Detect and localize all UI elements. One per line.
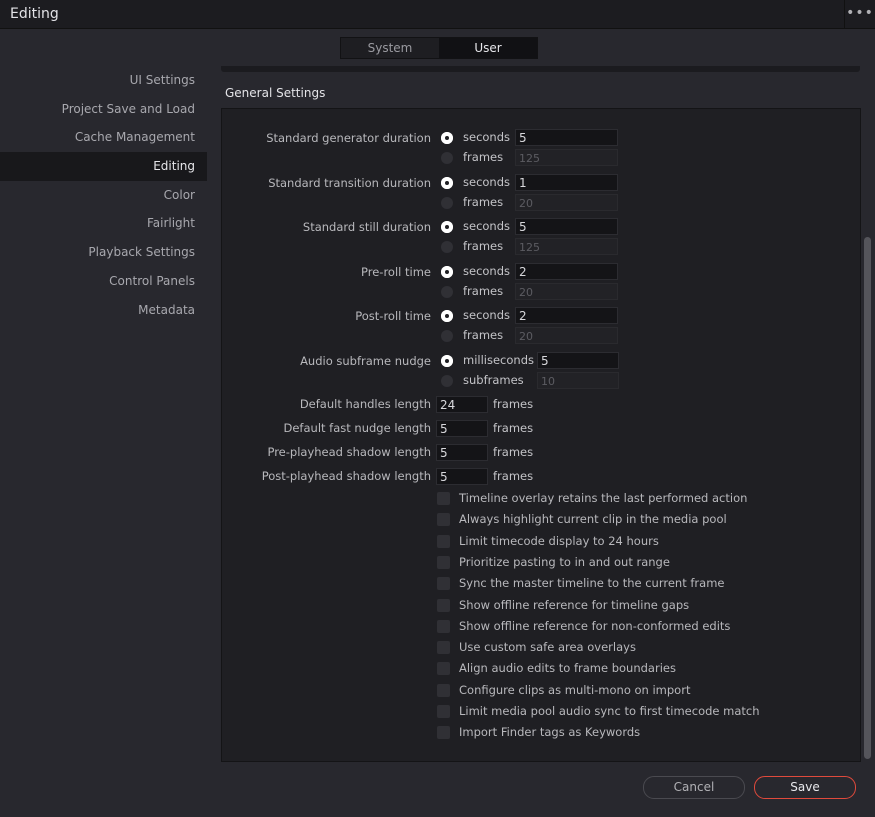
radio-label: seconds [463,263,511,278]
length-unit: frames [493,445,534,459]
duration-label: Standard generator duration [266,131,431,145]
checkbox-label: Configure clips as multi-mono on import [459,682,691,697]
checkbox-label: Show offline reference for non-conformed… [459,618,731,633]
length-unit: frames [493,469,534,483]
checkbox-label: Timeline overlay retains the last perfor… [459,491,748,505]
checkbox[interactable] [437,705,450,718]
radio-label: frames [463,150,504,164]
radio-label: seconds [463,219,511,233]
checkbox[interactable] [437,662,450,676]
duration-input-disabled: 10 [537,371,619,389]
checkbox-label: Import Finder tags as Keywords [459,725,641,740]
duration-input[interactable]: 5 [515,129,618,146]
duration-input[interactable]: 5 [515,218,618,235]
radio-label: seconds [463,174,511,189]
duration-input[interactable]: 2 [515,262,618,280]
checkbox[interactable] [437,619,450,633]
window-title: Editing [10,6,59,22]
radio-frames[interactable] [441,196,453,209]
radio-label: subframes [463,372,524,387]
checkbox-label: Limit media pool audio sync to first tim… [459,704,760,718]
length-input[interactable]: 5 [436,468,488,485]
length-label: Post-playhead shadow length [261,469,431,483]
duration-input-disabled: 20 [515,193,618,211]
checkbox-label: Align audio edits to frame boundaries [459,661,676,676]
length-label: Default handles length [299,397,431,411]
checkbox[interactable] [437,577,450,591]
duration-input[interactable]: 1 [515,173,618,191]
tab-user[interactable]: User [439,38,537,58]
checkbox[interactable] [437,641,450,655]
checkbox[interactable] [437,598,450,612]
duration-label: Post-roll time [355,309,431,323]
duration-label: Standard still duration [302,220,431,234]
settings-tabs: System User [340,37,538,59]
length-label: Pre-playhead shadow length [267,445,431,459]
radio-subframes[interactable] [441,374,453,387]
radio-label: frames [463,194,504,209]
duration-label: Pre-roll time [361,264,431,279]
radio-label: frames [463,283,504,298]
tab-system[interactable]: System [341,38,439,58]
radio-milliseconds[interactable] [441,354,453,367]
checkbox-label: Use custom safe area overlays [459,640,636,655]
sidebar: UI Settings Project Save and Load Cache Ma… [0,66,207,324]
radio-frames[interactable] [441,152,453,164]
checkbox-label: Always highlight current clip in the med… [459,512,727,527]
checkbox[interactable] [437,726,450,740]
checkbox-label: Show offline reference for timeline gaps [459,597,690,612]
length-input[interactable]: 5 [436,420,488,437]
radio-label: milliseconds [463,352,534,367]
checkbox[interactable] [437,513,450,527]
length-input[interactable]: 5 [436,444,488,461]
content-top-edge [221,66,860,72]
length-input[interactable]: 24 [436,396,488,413]
more-horizontal-icon[interactable]: ••• [844,0,875,28]
duration-label: Audio subframe nudge [300,353,431,368]
radio-seconds[interactable] [441,221,453,233]
length-unit: frames [493,397,534,411]
section-title: General Settings [225,86,326,100]
sidebar-item-project-save-and-load[interactable]: Project Save and Load [0,95,207,124]
length-label: Default fast nudge length [283,421,432,435]
save-button[interactable]: Save [754,776,856,799]
duration-input[interactable]: 5 [537,351,619,369]
duration-label: Standard transition duration [268,175,431,190]
checkbox-label: Sync the master timeline to the current … [459,576,725,591]
sidebar-item-ui-settings[interactable]: UI Settings [0,66,207,95]
checkbox-label: Limit timecode display to 24 hours [459,533,659,548]
checkbox[interactable] [437,555,450,569]
checkbox-label: Prioritize pasting to in and out range [459,554,670,569]
length-unit: frames [493,421,534,435]
radio-seconds[interactable] [441,310,453,322]
radio-label: seconds [463,308,511,322]
radio-label: seconds [463,130,511,144]
duration-input[interactable]: 2 [515,307,618,324]
checkbox[interactable] [437,683,450,697]
cancel-button[interactable]: Cancel [643,776,745,799]
scrollbar-thumb[interactable] [864,237,871,759]
duration-input-disabled: 125 [515,238,618,255]
radio-seconds[interactable] [441,132,453,144]
duration-input-disabled: 20 [515,282,618,300]
title-bar: Editing ••• [0,0,875,29]
radio-seconds[interactable] [441,265,453,278]
radio-seconds[interactable] [441,176,453,189]
duration-input-disabled: 125 [515,149,618,166]
checkbox[interactable] [437,492,450,505]
radio-label: frames [463,328,504,342]
radio-label: frames [463,239,504,253]
checkbox[interactable] [437,534,450,548]
duration-input-disabled: 20 [515,327,618,344]
radio-frames[interactable] [441,241,453,253]
radio-frames[interactable] [441,285,453,298]
radio-frames[interactable] [441,330,453,342]
